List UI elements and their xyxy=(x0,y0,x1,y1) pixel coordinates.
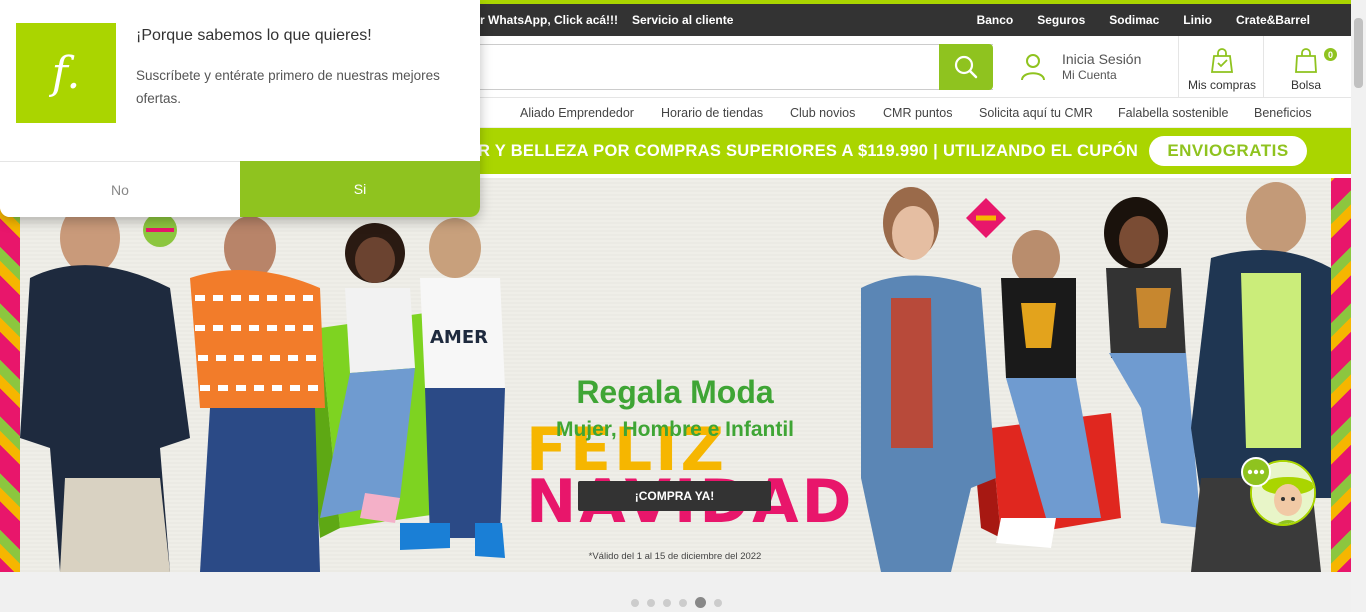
shopping-bag-icon xyxy=(1210,48,1234,73)
customer-service-link[interactable]: Servicio al cliente xyxy=(632,13,733,27)
nav-item-club-novios[interactable]: Club novios xyxy=(790,106,855,120)
popup-message: Suscríbete y entérate primero de nuestra… xyxy=(136,68,440,106)
search-button[interactable] xyxy=(939,44,993,90)
validity-note: *Válido del 1 al 15 de diciembre del 202… xyxy=(588,551,762,562)
nav-item-beneficios[interactable]: Beneficios xyxy=(1254,106,1312,120)
carousel-dot-active[interactable] xyxy=(695,597,706,608)
carousel-dot[interactable] xyxy=(647,598,655,607)
carousel-dot[interactable] xyxy=(714,598,722,607)
user-icon xyxy=(1021,54,1045,81)
nav-item-horario[interactable]: Horario de tiendas xyxy=(661,106,763,120)
accept-button[interactable]: Si xyxy=(240,161,480,217)
partner-link-seguros[interactable]: Seguros xyxy=(1037,13,1085,27)
partner-links: Banco Seguros Sodimac Linio Crate&Barrel xyxy=(977,13,1310,27)
shop-now-button[interactable]: ¡COMPRA YA! xyxy=(578,481,771,511)
carousel-dot[interactable] xyxy=(631,598,639,607)
promo-text: R Y BELLEZA POR COMPRAS SUPERIORES A $11… xyxy=(478,142,1139,160)
partner-link-banco[interactable]: Banco xyxy=(977,13,1014,27)
nav-item-aliado[interactable]: Aliado Emprendedor xyxy=(520,106,634,120)
page: r WhatsApp, Click acá!!! Servicio al cli… xyxy=(0,0,1366,612)
kid-shirt-text: AMER xyxy=(430,327,488,348)
carousel-dot[interactable] xyxy=(679,598,687,607)
bag-button[interactable]: 0 Bolsa xyxy=(1266,36,1346,98)
bag-label: Bolsa xyxy=(1290,78,1322,92)
account-label: Mi Cuenta xyxy=(1062,68,1117,82)
my-purchases-button[interactable]: Mis compras xyxy=(1180,36,1264,98)
divider xyxy=(1263,36,1264,98)
coupon-code: ENVIOGRATIS xyxy=(1149,136,1307,166)
nav-item-sostenible[interactable]: Falabella sostenible xyxy=(1118,106,1229,120)
divider xyxy=(1178,36,1179,98)
carousel-dots xyxy=(631,597,722,608)
popup-title: ¡Porque sabemos lo que quieres! xyxy=(136,27,372,44)
nav-item-solicita-cmr[interactable]: Solicita aquí tu CMR xyxy=(979,106,1093,120)
search-icon xyxy=(954,55,978,79)
whatsapp-link[interactable]: r WhatsApp, Click acá!!! xyxy=(480,13,618,27)
login-label: Inicia Sesión xyxy=(1062,51,1142,67)
partner-link-cratebarrel[interactable]: Crate&Barrel xyxy=(1236,13,1310,27)
partner-link-sodimac[interactable]: Sodimac xyxy=(1109,13,1159,27)
chat-bubble-icon xyxy=(1241,457,1271,487)
bag-count-badge: 0 xyxy=(1323,47,1338,62)
models-left-image: AMER xyxy=(20,202,505,572)
falabella-logo: f. xyxy=(16,23,116,123)
partner-link-linio[interactable]: Linio xyxy=(1183,13,1212,27)
festive-border-left xyxy=(0,178,20,572)
scrollbar-thumb[interactable] xyxy=(1354,18,1363,88)
bag-icon xyxy=(1295,48,1317,73)
carousel-dot[interactable] xyxy=(663,598,671,607)
banner-subheadline: Mujer, Hombre e Infantil xyxy=(555,418,795,441)
login-account[interactable]: Inicia Sesión Mi Cuenta xyxy=(1008,36,1178,98)
subscription-popup: f. ¡Porque sabemos lo que quieres! Suscr… xyxy=(0,0,480,217)
logo-letter: f. xyxy=(51,47,81,99)
festive-border-right xyxy=(1331,178,1351,572)
decline-button[interactable]: No xyxy=(0,161,240,217)
my-purchases-label: Mis compras xyxy=(1187,78,1256,92)
nav-item-cmr-puntos[interactable]: CMR puntos xyxy=(883,106,952,120)
banner-headline: Regala Moda xyxy=(576,374,774,410)
page-scrollbar[interactable] xyxy=(1351,0,1366,612)
